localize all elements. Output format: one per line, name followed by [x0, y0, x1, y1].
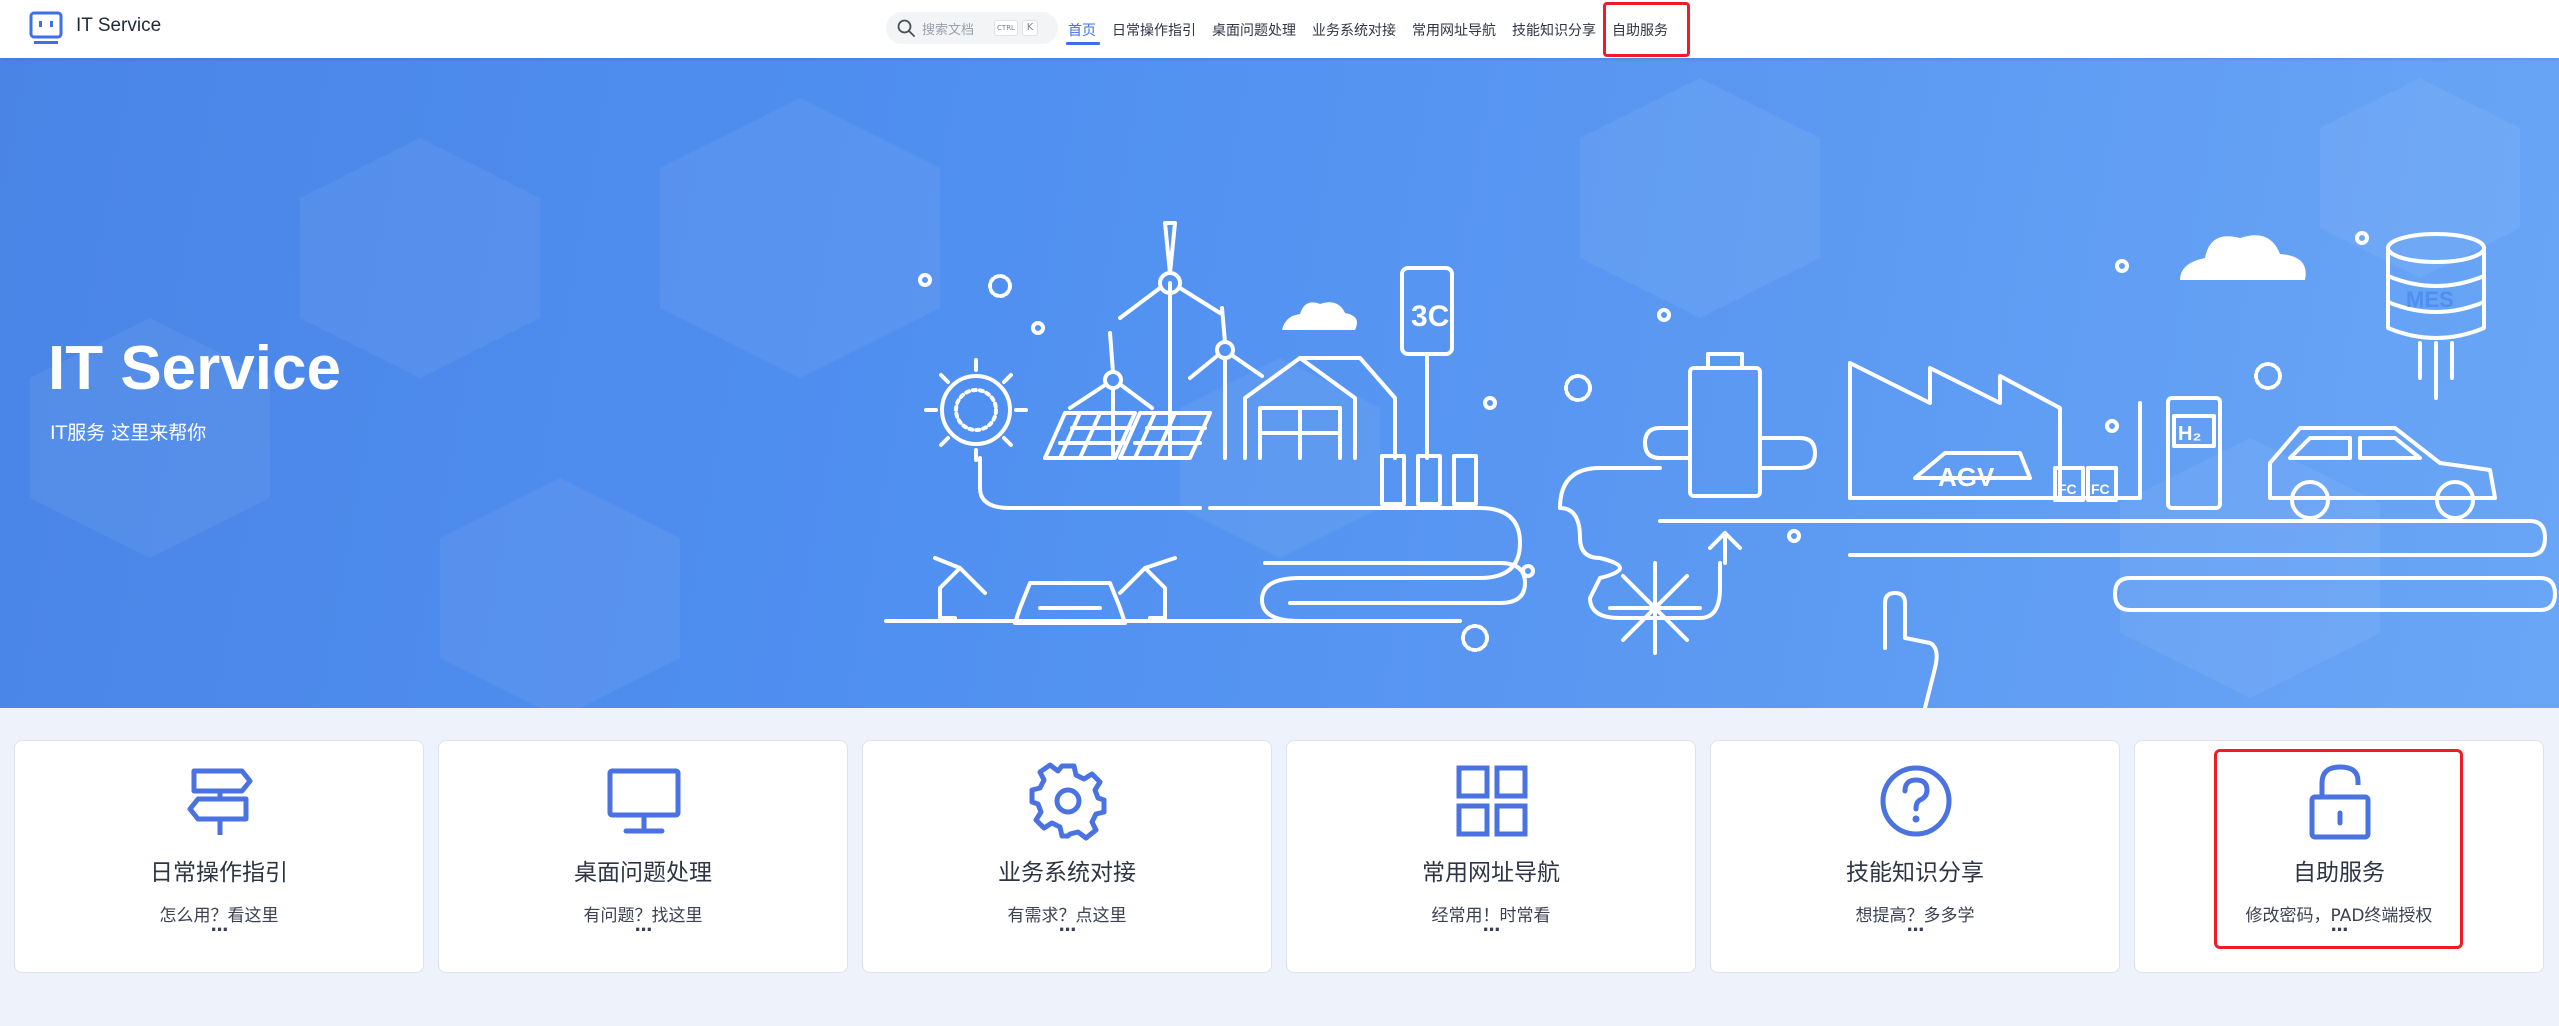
card-more: ...: [634, 915, 653, 936]
fc-label-1: FC: [2058, 481, 2077, 497]
card-self-service-highlight: [2214, 749, 2463, 949]
agv-label: AGV: [1938, 462, 1995, 492]
nav-home[interactable]: 首页: [1068, 20, 1096, 40]
card-common-urls[interactable]: 常用网址导航 经常用！时常看 ...: [1286, 740, 1696, 973]
kbd-k-hint: K: [1022, 20, 1038, 36]
hero-title: IT Service: [48, 334, 341, 403]
card-business-systems[interactable]: 业务系统对接 有需求？点这里 ...: [862, 740, 1272, 973]
search-placeholder: 搜索文档: [922, 23, 975, 38]
card-more: ...: [1906, 915, 1925, 936]
phone-3c-label: 3C: [1411, 300, 1449, 333]
nav-common-urls[interactable]: 常用网址导航: [1412, 20, 1496, 40]
nav-knowledge-share[interactable]: 技能知识分享: [1512, 20, 1596, 40]
nav-daily-guide[interactable]: 日常操作指引: [1112, 20, 1196, 40]
mes-label: MES: [2406, 287, 2454, 312]
hero-subtitle: IT服务 这里来帮你: [50, 422, 207, 444]
card-more: ...: [1058, 915, 1077, 936]
hexagon-pattern: [30, 78, 2520, 708]
question-circle-icon: [1880, 765, 1952, 837]
nav-self-service-highlight: [1603, 2, 1690, 57]
nav-active-indicator: [1066, 42, 1100, 45]
search-icon: [897, 19, 915, 37]
signpost-icon: [187, 768, 253, 835]
search-box[interactable]: 搜索文档 CTRL K: [886, 12, 1058, 44]
hero-banner: 3C MES AGV H₂ FC FC IT Service IT服务 这里来帮…: [0, 58, 2559, 708]
nav-business-systems[interactable]: 业务系统对接: [1312, 20, 1396, 40]
monitor-icon: [607, 768, 681, 834]
card-title: 桌面问题处理: [574, 860, 712, 886]
nav-desktop-issues[interactable]: 桌面问题处理: [1212, 20, 1296, 40]
card-more: ...: [210, 915, 229, 936]
card-more: ...: [1482, 915, 1501, 936]
grid-icon: [1456, 765, 1528, 837]
card-desktop-issues[interactable]: 桌面问题处理 有问题？找这里 ...: [438, 740, 848, 973]
site-title[interactable]: IT Service: [76, 15, 161, 37]
h2-label: H₂: [2178, 423, 2201, 445]
card-title: 日常操作指引: [150, 860, 288, 886]
fc-label-2: FC: [2091, 481, 2110, 497]
card-title: 技能知识分享: [1846, 860, 1984, 886]
top-navbar: IT Service 搜索文档 CTRL K 首页 日常操作指引 桌面问题处理 …: [0, 0, 2559, 58]
gear-icon: [1029, 762, 1107, 841]
card-title: 常用网址导航: [1422, 860, 1560, 886]
card-title: 业务系统对接: [998, 860, 1136, 886]
robot-monitor-icon[interactable]: [28, 10, 64, 46]
kbd-ctrl-hint: CTRL: [994, 20, 1018, 36]
card-knowledge-share[interactable]: 技能知识分享 想提高？多多学 ...: [1710, 740, 2120, 973]
card-daily-guide[interactable]: 日常操作指引 怎么用？看这里 ...: [14, 740, 424, 973]
hero-illustration: 3C MES AGV H₂ FC FC: [30, 78, 2557, 708]
